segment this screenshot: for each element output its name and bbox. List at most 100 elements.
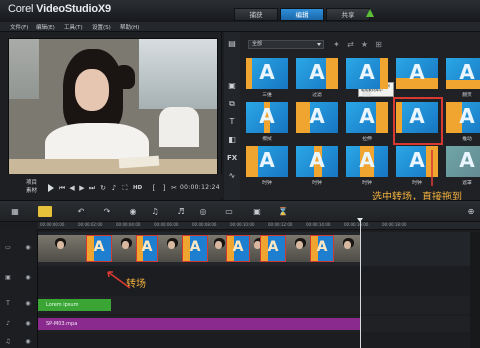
- transition-clip[interactable]: A: [226, 235, 250, 262]
- apply-current-icon[interactable]: ⇄: [346, 40, 355, 49]
- timeline-ruler[interactable]: 00:00:00:00 00:00:02:00 00:00:04:00 00:00:0…: [38, 222, 480, 230]
- title-icon[interactable]: T: [227, 118, 237, 126]
- ruler-tick-label: 00:00:04:00: [116, 222, 141, 227]
- path-icon[interactable]: ∿: [227, 172, 237, 180]
- transition-clip[interactable]: A: [182, 235, 208, 262]
- mode-project-label[interactable]: 项目: [26, 178, 37, 186]
- tab-share[interactable]: 共享: [326, 8, 370, 21]
- video-clip[interactable]: [334, 235, 360, 262]
- clip-thumb-face: [215, 241, 223, 249]
- hd-toggle[interactable]: HD: [133, 185, 142, 191]
- title-track[interactable]: Lorem ipsum: [38, 296, 480, 314]
- track-toggle-icon[interactable]: ◉: [24, 244, 32, 251]
- storyboard-view-icon[interactable]: ▦: [10, 207, 20, 216]
- transition-thumb[interactable]: A: [346, 58, 388, 89]
- timeline-scrollbar[interactable]: [470, 232, 480, 348]
- go-end-icon[interactable]: ⏭: [88, 184, 96, 192]
- import-icon[interactable]: ⊞: [374, 40, 383, 49]
- transition-clip[interactable]: A: [136, 235, 158, 262]
- transition-thumb[interactable]: A: [446, 146, 480, 177]
- record-icon[interactable]: ◉: [128, 207, 138, 216]
- audio-mixer-icon[interactable]: ♫: [150, 207, 160, 216]
- music-track[interactable]: SP-M03.mpa: [38, 316, 480, 332]
- redo-icon[interactable]: ↷: [102, 207, 112, 216]
- time-remap-icon[interactable]: ⌛: [278, 207, 288, 216]
- transition-thumb[interactable]: A: [296, 146, 338, 177]
- video-clip[interactable]: [38, 235, 86, 262]
- transition-thumb[interactable]: A: [396, 102, 438, 133]
- menu-settings[interactable]: 设置(S): [92, 23, 111, 31]
- title-toggle-icon[interactable]: ◉: [24, 300, 32, 307]
- filter-icon[interactable]: FX: [227, 154, 237, 162]
- zoom-icon[interactable]: ⊕: [466, 207, 476, 216]
- music-track-icon[interactable]: ♫: [4, 338, 12, 345]
- transition-clip[interactable]: A: [86, 235, 112, 262]
- video-track-icon[interactable]: ▭: [4, 244, 12, 251]
- menu-help[interactable]: 帮助(H): [120, 23, 139, 31]
- music-toggle-icon[interactable]: ◉: [24, 338, 32, 345]
- transition-clip[interactable]: A: [260, 235, 286, 262]
- transition-thumb[interactable]: A: [296, 58, 338, 89]
- menu-file[interactable]: 文件(F): [10, 23, 28, 31]
- video-clip[interactable]: [286, 235, 310, 262]
- graphics-icon[interactable]: ◧: [227, 136, 237, 144]
- subtitle-editor-icon[interactable]: ▭: [224, 207, 234, 216]
- transition-thumb[interactable]: A: [246, 102, 288, 133]
- repeat-icon[interactable]: ↻: [99, 184, 107, 192]
- transition-thumb[interactable]: A: [446, 102, 480, 133]
- transition-thumb[interactable]: A: [246, 58, 288, 89]
- mode-clip-label[interactable]: 素材: [26, 186, 37, 194]
- video-clip[interactable]: [112, 235, 136, 262]
- voice-toggle-icon[interactable]: ◉: [24, 320, 32, 327]
- transition-thumb-label: 拉伸: [362, 137, 372, 142]
- video-preview[interactable]: [8, 38, 218, 190]
- motion-track-icon[interactable]: ◎: [198, 207, 208, 216]
- upload-arrow-icon[interactable]: [366, 9, 374, 17]
- transition-preview-icon: A: [459, 60, 475, 84]
- media-icon[interactable]: ▤: [227, 40, 237, 48]
- menu-edit[interactable]: 编辑(E): [36, 23, 55, 31]
- split-clip-icon[interactable]: ✂: [170, 184, 178, 192]
- apply-random-icon[interactable]: ✦: [332, 40, 341, 49]
- transition-thumb[interactable]: A: [246, 146, 288, 177]
- music-clip[interactable]: SP-M03.mpa: [38, 318, 360, 330]
- overlay-toggle-icon[interactable]: ◉: [24, 274, 32, 281]
- transition-thumb-label: 相册: [362, 93, 372, 98]
- transition-icon[interactable]: ⧉: [227, 100, 237, 108]
- timeline-view-button[interactable]: [38, 206, 52, 217]
- transition-thumb[interactable]: A: [446, 58, 480, 89]
- video-clip[interactable]: [250, 235, 260, 262]
- transition-thumb[interactable]: A: [346, 102, 388, 133]
- mark-out-icon[interactable]: ]: [160, 184, 168, 192]
- video-clip[interactable]: [158, 235, 182, 262]
- menu-tools[interactable]: 工具(T): [64, 23, 83, 31]
- undo-icon[interactable]: ↶: [76, 207, 86, 216]
- multi-camera-icon[interactable]: ▣: [252, 207, 262, 216]
- prev-frame-icon[interactable]: ◀: [68, 184, 76, 192]
- overlay-track-icon[interactable]: ▣: [4, 274, 12, 281]
- auto-music-icon[interactable]: ♬: [176, 207, 186, 216]
- video-track[interactable]: AAAAAA: [38, 232, 480, 266]
- transition-clip[interactable]: A: [310, 235, 334, 262]
- transition-thumb[interactable]: A: [396, 58, 438, 89]
- library-filter-dropdown[interactable]: 全部: [248, 40, 324, 49]
- tab-capture[interactable]: 捕获: [234, 8, 278, 21]
- title-track-icon[interactable]: T: [4, 300, 12, 307]
- title-clip[interactable]: Lorem ipsum: [38, 299, 111, 311]
- video-clip[interactable]: [208, 235, 226, 262]
- tab-edit[interactable]: 编辑: [280, 8, 324, 21]
- timecode-display[interactable]: 00:00:12:24: [180, 184, 220, 191]
- fullscreen-icon[interactable]: ⛶: [121, 184, 129, 192]
- volume-icon[interactable]: ♪: [110, 184, 118, 192]
- transition-thumb[interactable]: A: [396, 146, 438, 177]
- mark-in-icon[interactable]: [: [150, 184, 158, 192]
- next-frame-icon[interactable]: ▶: [78, 184, 86, 192]
- transition-preview-icon: A: [309, 148, 325, 172]
- add-favorite-icon[interactable]: ★: [360, 40, 369, 49]
- transition-thumb[interactable]: A: [346, 146, 388, 177]
- play-button[interactable]: [48, 184, 54, 192]
- transition-thumb[interactable]: A: [296, 102, 338, 133]
- instant-project-icon[interactable]: ▣: [227, 82, 237, 90]
- voice-track-icon[interactable]: ♪: [4, 320, 12, 327]
- go-start-icon[interactable]: ⏮: [58, 184, 66, 192]
